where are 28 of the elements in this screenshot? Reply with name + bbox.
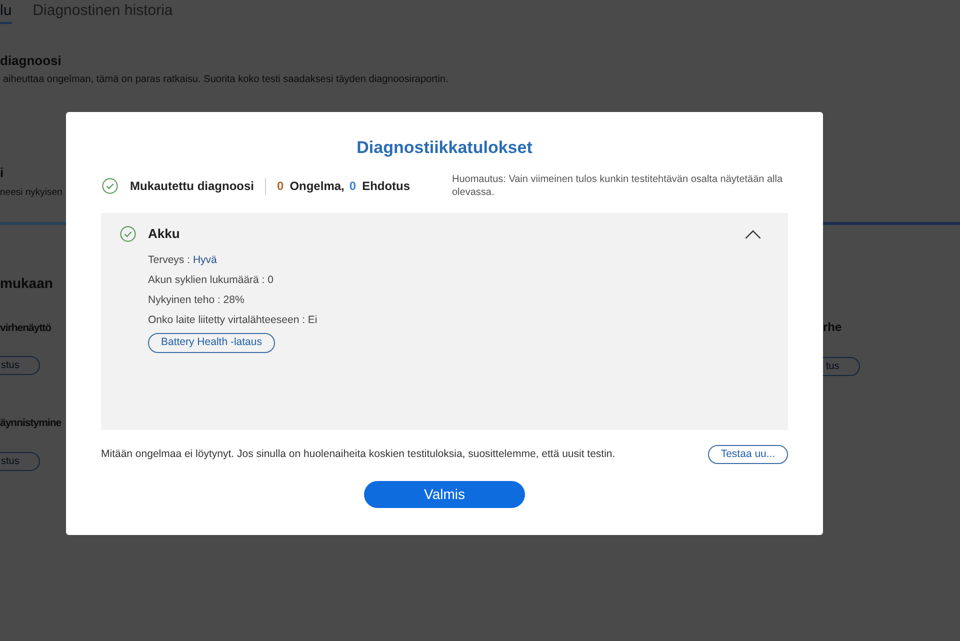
diagnosis-name: Mukautettu diagnoosi [130, 178, 254, 195]
section-description: neesi nykyisen [0, 186, 62, 200]
section-title: diagnoosi [0, 53, 62, 69]
card-title: virhenäyttö [0, 321, 52, 336]
retest-button[interactable]: Testaa uu... [708, 445, 788, 464]
detail-line: Akun syklien lukumäärä : 0 [148, 273, 274, 288]
count-label: Ehdotus [362, 178, 410, 195]
count-label: Ongelma, [290, 178, 344, 195]
section-title: i [0, 165, 4, 181]
detail-line: Terveys : Hyvä [148, 253, 217, 268]
tab[interactable]: lu [0, 0, 12, 24]
note-text: Huomautus: Vain viimeinen tulos kunkin testitehtävän osalta näytetään alla olevassa. [452, 173, 784, 199]
result-name: Akku [148, 225, 180, 244]
download-button[interactable]: Battery Health -lataus [148, 333, 275, 353]
section-heading: mukaan [0, 274, 53, 292]
chevron-up-icon[interactable] [745, 230, 761, 238]
section-description: aiheuttaa ongelman, tämä on paras ratkaisu. Suorita koko testi saadaksesi täyden diagnoosiraportin. [2, 73, 448, 87]
done-button[interactable]: Valmis [364, 481, 525, 508]
count-number: 0 [349, 178, 356, 195]
detail-line: Nykyinen teho : 28% [148, 293, 244, 308]
card-title: äynnistymine [0, 416, 62, 431]
card-button[interactable]: stus [0, 452, 40, 471]
card-button[interactable]: stus [0, 356, 40, 375]
dialog-title: Diagnostiikkatulokset [356, 137, 534, 159]
footer-text: Mitään ongelmaa ei löytynyt. Jos sinulla on huolenaiheita koskien testituloksia, suosittelemme, että uusit testin. [101, 446, 616, 462]
detail-line: Onko laite liitetty virtalähteeseen : Ei [148, 313, 318, 328]
card-title: rhe [823, 319, 842, 335]
count-number: 0 [277, 178, 284, 195]
